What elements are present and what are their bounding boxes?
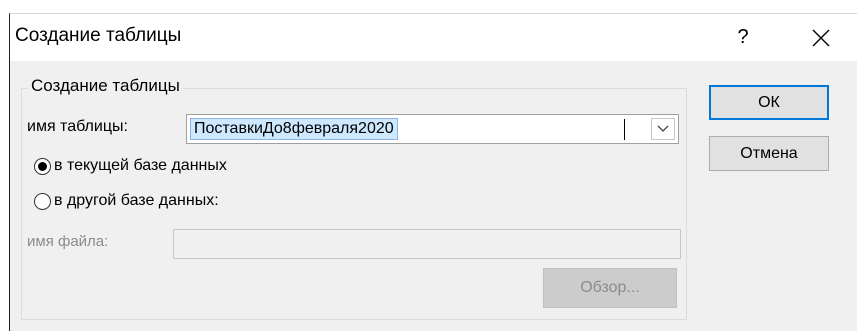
title-bar: Создание таблицы ? [10,14,858,61]
group-legend: Создание таблицы [28,76,183,96]
close-button[interactable] [792,14,850,61]
radio-other-db[interactable]: в другой базе данных: [34,192,219,210]
dialog-title: Создание таблицы [15,25,182,46]
radio-current-db-label: в текущей базе данных [54,157,227,174]
file-name-label: имя файла: [27,233,109,250]
radio-other-db-indicator[interactable] [34,192,51,210]
table-name-input[interactable]: ПоставкиДо8февраля2020 [190,118,398,140]
radio-selected-dot [38,161,47,171]
help-button[interactable]: ? [714,14,772,61]
radio-current-db[interactable]: в текущей базе данных [34,157,227,175]
dropdown-button[interactable] [651,118,675,140]
make-table-dialog: Создание таблицы ? Создание таблицы имя … [9,13,858,331]
radio-other-db-label: в другой базе данных: [54,192,219,209]
file-name-input [173,229,681,259]
close-icon [812,29,830,46]
cancel-button[interactable]: Отмена [709,136,829,171]
table-name-combobox[interactable]: ПоставкиДо8февраля2020 [186,114,679,144]
browse-button: Обзор... [543,268,677,308]
text-caret [624,119,625,140]
ok-button[interactable]: ОК [709,85,829,120]
radio-current-db-indicator[interactable] [34,157,51,175]
chevron-down-icon [657,125,669,132]
table-name-label: имя таблицы: [27,118,128,135]
